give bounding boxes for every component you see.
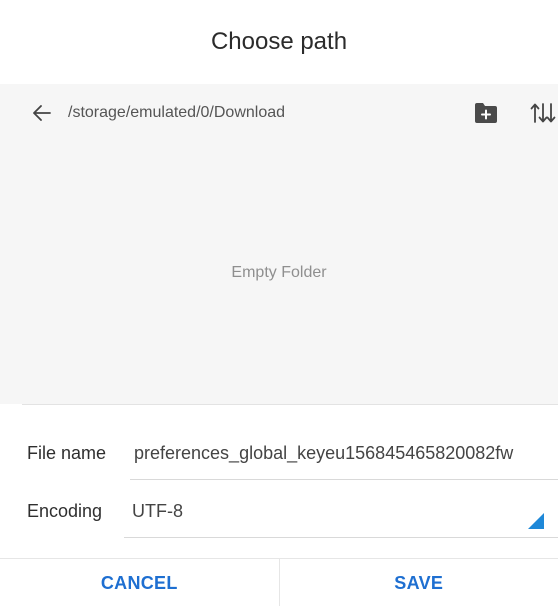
file-name-field-container: [130, 427, 558, 480]
dialog-title: Choose path: [210, 28, 348, 55]
current-path: /storage/emulated/0/Download: [68, 104, 286, 121]
encoding-select[interactable]: UTF-8: [124, 485, 558, 538]
file-name-input[interactable]: [134, 427, 558, 479]
back-arrow-icon: [33, 105, 51, 121]
dropdown-triangle-icon: [528, 513, 544, 529]
new-folder-button[interactable]: [473, 100, 499, 126]
cancel-button[interactable]: CANCEL: [0, 559, 279, 606]
choose-path-dialog: Choose path /storage/emulated/0/Download…: [0, 0, 558, 606]
sort-button[interactable]: [530, 98, 558, 128]
file-name-label: File name: [27, 443, 107, 463]
file-name-row: File name: [0, 427, 558, 480]
save-button[interactable]: SAVE: [280, 559, 558, 606]
encoding-label: Encoding: [27, 501, 103, 521]
path-bar: /storage/emulated/0/Download: [0, 84, 558, 142]
dialog-buttons: CANCEL SAVE: [0, 558, 558, 606]
back-button[interactable]: [27, 98, 57, 128]
create-new-folder-icon: [475, 103, 497, 123]
sort-icon: [530, 103, 556, 123]
file-list-area: Empty Folder: [0, 142, 558, 404]
content-divider: [22, 404, 558, 405]
encoding-row: Encoding UTF-8: [0, 485, 558, 538]
encoding-selected-value: UTF-8: [132, 501, 183, 521]
empty-folder-message: Empty Folder: [231, 264, 327, 281]
